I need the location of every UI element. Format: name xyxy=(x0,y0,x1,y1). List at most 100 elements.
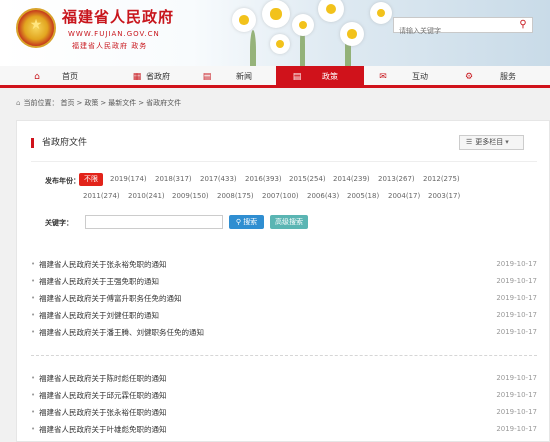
nav-item-government[interactable]: ▦ 省政府 xyxy=(92,66,184,88)
bullet-icon: • xyxy=(31,328,36,336)
service-icon: ⚙ xyxy=(464,72,474,82)
breadcrumb-link-home[interactable]: 首页 xyxy=(60,99,74,107)
nav-item-policy[interactable]: ▤ 政策 xyxy=(276,66,364,88)
bullet-icon: • xyxy=(31,408,36,416)
document-date: 2019-10-17 xyxy=(496,374,537,382)
breadcrumb-separator: > xyxy=(100,99,107,107)
search-button[interactable]: ⚲ 搜索 xyxy=(229,215,264,229)
year-option[interactable]: 2008(175) xyxy=(217,192,254,200)
document-link[interactable]: 福建省人民政府关于张永裕任职的通知 xyxy=(39,404,167,421)
year-option[interactable]: 2010(241) xyxy=(128,192,165,200)
bullet-icon: • xyxy=(31,311,36,319)
nav-label: 新闻 xyxy=(236,72,252,81)
list-item[interactable]: • 福建省人民政府关于潘王腾、刘健职务任免的通知 2019-10-17 xyxy=(31,324,537,341)
breadcrumb-prefix: 当前位置： xyxy=(23,99,59,107)
document-date: 2019-10-17 xyxy=(496,277,537,285)
narcissus-flower xyxy=(292,14,314,36)
document-date: 2019-10-17 xyxy=(496,294,537,302)
year-option[interactable]: 2006(43) xyxy=(307,192,339,200)
document-link[interactable]: 福建省人民政府关于潘王腾、刘健职务任免的通知 xyxy=(39,324,204,341)
search-input[interactable] xyxy=(394,24,512,38)
year-option[interactable]: 2007(100) xyxy=(262,192,299,200)
breadcrumb: ⌂ 当前位置： 首页 > 政策 > 最新文件 > 省政府文件 xyxy=(16,98,183,108)
year-option[interactable]: 2005(18) xyxy=(347,192,379,200)
keyword-label: 关键字： xyxy=(45,219,73,227)
document-date: 2019-10-17 xyxy=(496,311,537,319)
year-option[interactable]: 2015(254) xyxy=(289,173,326,186)
breadcrumb-separator: > xyxy=(138,99,145,107)
list-item[interactable]: • 福建省人民政府关于张永裕任职的通知 2019-10-17 xyxy=(31,404,537,421)
narcissus-flower xyxy=(270,34,290,54)
chat-icon: ✉ xyxy=(379,72,387,82)
narcissus-flower xyxy=(370,2,392,24)
list-item[interactable]: • 福建省人民政府关于傅富升职务任免的通知 2019-10-17 xyxy=(31,290,537,307)
document-link[interactable]: 福建省人民政府关于王强免职的通知 xyxy=(39,273,159,290)
search-icon[interactable]: ⚲ xyxy=(516,19,530,31)
list-icon: ☰ xyxy=(466,138,473,146)
leaf-decoration xyxy=(250,30,256,66)
national-emblem-icon: ★ xyxy=(16,8,56,48)
nav-label: 互动 xyxy=(412,72,428,81)
narcissus-flower xyxy=(232,8,256,32)
breadcrumb-link-latest[interactable]: 最新文件 xyxy=(108,99,136,107)
year-option[interactable]: 2012(275) xyxy=(423,173,460,186)
year-option[interactable]: 2013(267) xyxy=(378,173,415,186)
year-option-all[interactable]: 不限 xyxy=(79,173,103,186)
nav-label: 首页 xyxy=(62,72,78,81)
bullet-icon: • xyxy=(31,277,36,285)
document-link[interactable]: 福建省人民政府关于刘健任职的通知 xyxy=(39,307,159,324)
breadcrumb-current: 省政府文件 xyxy=(146,99,182,107)
more-columns-button[interactable]: ☰ 更多栏目 ▾ xyxy=(459,135,524,150)
document-date: 2019-10-17 xyxy=(496,260,537,268)
bullet-icon: • xyxy=(31,260,36,268)
year-option[interactable]: 2017(433) xyxy=(200,173,237,186)
document-date: 2019-10-17 xyxy=(496,408,537,416)
year-option[interactable]: 2011(274) xyxy=(83,192,120,200)
site-title[interactable]: 福建省人民政府 xyxy=(62,6,174,27)
nav-label: 政策 xyxy=(322,72,338,81)
year-filter-label: 发布年份： xyxy=(45,177,80,185)
nav-item-home[interactable]: ⌂ 首页 xyxy=(0,66,92,88)
document-list: • 福建省人民政府关于张永裕免职的通知 2019-10-17 • 福建省人民政府关于王… xyxy=(31,256,537,341)
document-date: 2019-10-17 xyxy=(496,391,537,399)
narcissus-flower xyxy=(318,0,344,22)
document-link[interactable]: 福建省人民政府关于张永裕免职的通知 xyxy=(39,256,167,273)
document-link[interactable]: 福建省人民政府关于傅富升职务任免的通知 xyxy=(39,290,182,307)
list-item[interactable]: • 福建省人民政府关于邱元霖任职的通知 2019-10-17 xyxy=(31,387,537,404)
year-option[interactable]: 2019(174) xyxy=(110,173,147,186)
document-date: 2019-10-17 xyxy=(496,425,537,433)
narcissus-flower xyxy=(340,22,364,46)
year-option[interactable]: 2009(150) xyxy=(172,192,209,200)
year-option[interactable]: 2016(393) xyxy=(245,173,282,186)
bullet-icon: • xyxy=(31,425,36,433)
list-item[interactable]: • 福建省人民政府关于王强免职的通知 2019-10-17 xyxy=(31,273,537,290)
home-icon: ⌂ xyxy=(16,99,21,107)
document-link[interactable]: 福建省人民政府关于邱元霖任职的通知 xyxy=(39,387,167,404)
nav-label: 服务 xyxy=(500,72,516,81)
narcissus-flower xyxy=(262,0,290,28)
document-link[interactable]: 福建省人民政府关于陈时彪任职的通知 xyxy=(39,370,167,387)
panel-title: 省政府文件 xyxy=(31,138,87,148)
document-list: • 福建省人民政府关于陈时彪任职的通知 2019-10-17 • 福建省人民政府关于邱… xyxy=(31,370,537,438)
list-item[interactable]: • 福建省人民政府关于叶雄彪免职的通知 2019-10-17 xyxy=(31,421,537,438)
nav-item-service[interactable]: ⚙ 服务 xyxy=(456,66,550,88)
year-option[interactable]: 2004(17) xyxy=(388,192,420,200)
year-option[interactable]: 2018(317) xyxy=(155,173,192,186)
document-date: 2019-10-17 xyxy=(496,328,537,336)
search-icon: ⚲ xyxy=(235,218,241,226)
list-item[interactable]: • 福建省人民政府关于陈时彪任职的通知 2019-10-17 xyxy=(31,370,537,387)
breadcrumb-link-policy[interactable]: 政策 xyxy=(84,99,98,107)
year-option[interactable]: 2003(17) xyxy=(428,192,460,200)
year-option[interactable]: 2014(239) xyxy=(333,173,370,186)
site-search: ⚲ xyxy=(393,17,533,38)
document-link[interactable]: 福建省人民政府关于叶雄彪免职的通知 xyxy=(39,421,167,438)
advanced-search-button[interactable]: 高级搜索 xyxy=(270,215,308,229)
main-nav: ⌂ 首页 ▦ 省政府 ▤ 新闻 ▤ 政策 ✉ 互动 ⚙ 服务 xyxy=(0,66,550,88)
news-icon: ▤ xyxy=(202,72,212,82)
site-subtitle: 福建省人民政府 政务 xyxy=(72,42,148,50)
keyword-input[interactable] xyxy=(85,215,223,229)
nav-item-news[interactable]: ▤ 新闻 xyxy=(184,66,276,88)
list-item[interactable]: • 福建省人民政府关于刘健任职的通知 2019-10-17 xyxy=(31,307,537,324)
list-item[interactable]: • 福建省人民政府关于张永裕免职的通知 2019-10-17 xyxy=(31,256,537,273)
nav-item-interaction[interactable]: ✉ 互动 xyxy=(364,66,456,88)
